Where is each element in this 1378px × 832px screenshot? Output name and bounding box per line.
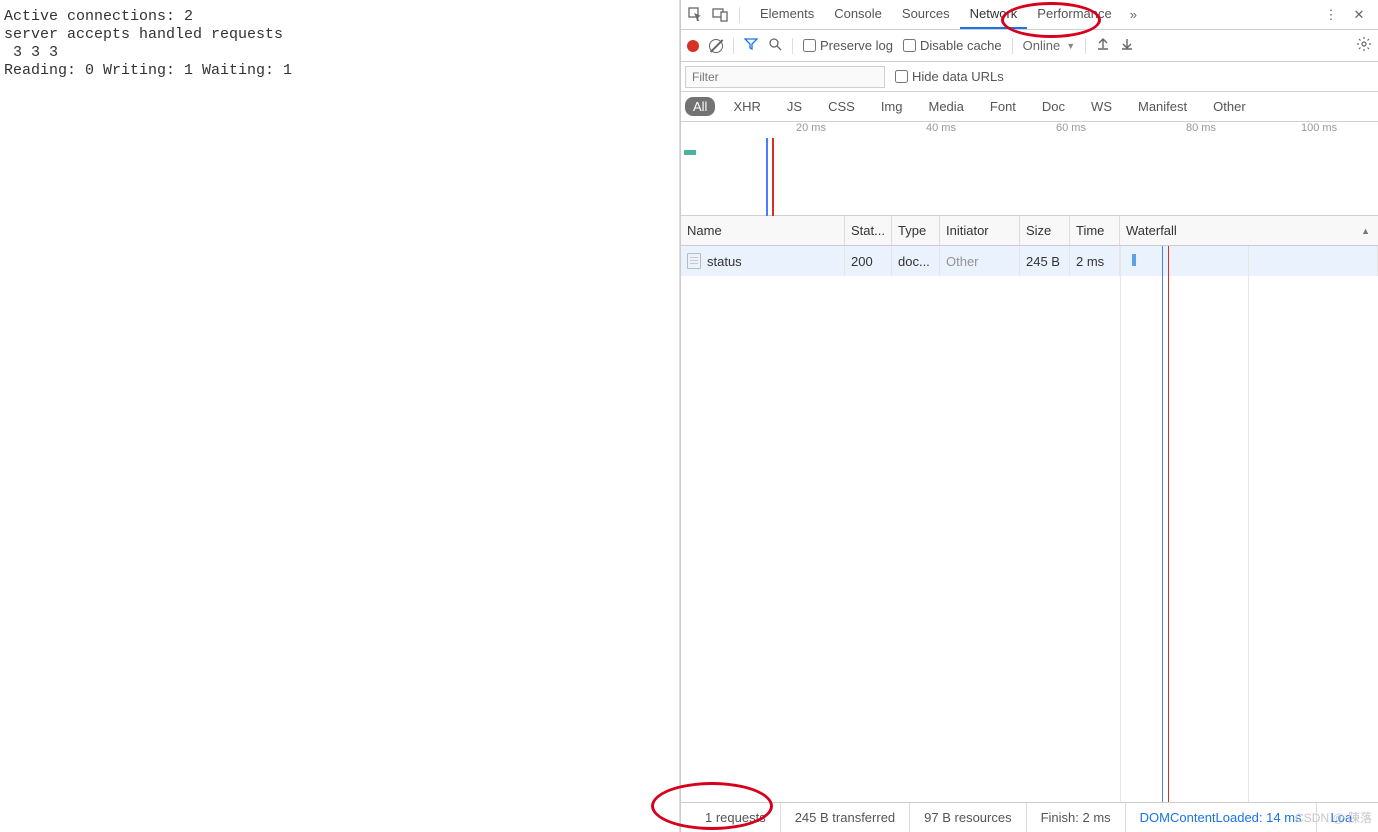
- preserve-log-label: Preserve log: [820, 38, 893, 53]
- type-doc[interactable]: Doc: [1034, 97, 1073, 116]
- col-size[interactable]: Size: [1020, 216, 1070, 245]
- type-ws[interactable]: WS: [1083, 97, 1120, 116]
- tick-80ms: 80 ms: [1186, 122, 1216, 134]
- clear-button[interactable]: [709, 39, 723, 53]
- type-js[interactable]: JS: [779, 97, 810, 116]
- cell-status: 200: [845, 246, 892, 276]
- summary-load[interactable]: Loa: [1317, 803, 1353, 832]
- type-media[interactable]: Media: [920, 97, 971, 116]
- disable-cache-checkbox[interactable]: Disable cache: [903, 38, 1002, 53]
- status-line-4: Reading: 0 Writing: 1 Waiting: 1: [4, 62, 292, 79]
- waterfall-grid: [1120, 246, 1378, 802]
- throttling-value: Online: [1023, 38, 1061, 53]
- hide-data-urls-label: Hide data URLs: [912, 69, 1004, 84]
- inspect-icon[interactable]: [687, 6, 705, 24]
- type-manifest[interactable]: Manifest: [1130, 97, 1195, 116]
- filter-toggle-icon[interactable]: [744, 37, 758, 54]
- col-initiator[interactable]: Initiator: [940, 216, 1020, 245]
- col-status[interactable]: Stat...: [845, 216, 892, 245]
- col-time[interactable]: Time: [1070, 216, 1120, 245]
- cell-size: 245 B: [1020, 246, 1070, 276]
- separator: [733, 38, 734, 54]
- type-css[interactable]: CSS: [820, 97, 863, 116]
- separator: [1012, 38, 1013, 54]
- device-toggle-icon[interactable]: [711, 6, 729, 24]
- download-har-icon[interactable]: [1120, 37, 1134, 54]
- preserve-log-checkbox[interactable]: Preserve log: [803, 38, 893, 53]
- devtools-panel: Elements Console Sources Network Perform…: [680, 0, 1378, 832]
- summary-requests: 1 requests: [691, 803, 781, 832]
- type-all[interactable]: All: [685, 97, 715, 116]
- timeline-overview[interactable]: 20 ms 40 ms 60 ms 80 ms 100 ms: [681, 122, 1378, 216]
- summary-transferred: 245 B transferred: [781, 803, 910, 832]
- document-icon: [687, 253, 701, 269]
- tab-console[interactable]: Console: [824, 0, 892, 29]
- network-summary: 1 requests 245 B transferred 97 B resour…: [681, 802, 1378, 832]
- status-line-2: server accepts handled requests: [4, 26, 283, 43]
- cell-time: 2 ms: [1070, 246, 1120, 276]
- tick-20ms: 20 ms: [796, 122, 826, 134]
- sort-indicator-icon: ▲: [1361, 226, 1370, 236]
- devtools-tabbar: Elements Console Sources Network Perform…: [681, 0, 1378, 30]
- summary-domcontentloaded[interactable]: DOMContentLoaded: 14 ms: [1126, 803, 1317, 832]
- network-toolbar: Preserve log Disable cache Online ▼: [681, 30, 1378, 62]
- type-img[interactable]: Img: [873, 97, 911, 116]
- page-content: Active connections: 2 server accepts han…: [0, 0, 680, 832]
- network-table-body: status 200 doc... Other 245 B 2 ms: [681, 246, 1378, 802]
- cell-initiator: Other: [940, 246, 1020, 276]
- col-type[interactable]: Type: [892, 216, 940, 245]
- summary-resources: 97 B resources: [910, 803, 1026, 832]
- network-table-header: Name Stat... Type Initiator Size Time Wa…: [681, 216, 1378, 246]
- search-icon[interactable]: [768, 37, 782, 54]
- separator: [792, 38, 793, 54]
- cell-name: status: [681, 246, 845, 276]
- type-other[interactable]: Other: [1205, 97, 1254, 116]
- tab-performance[interactable]: Performance: [1027, 0, 1121, 29]
- col-name[interactable]: Name: [681, 216, 845, 245]
- throttling-select[interactable]: Online ▼: [1023, 38, 1076, 53]
- hide-data-urls-checkbox[interactable]: Hide data URLs: [895, 69, 1004, 84]
- upload-har-icon[interactable]: [1096, 37, 1110, 54]
- chevron-down-icon: ▼: [1066, 41, 1075, 51]
- status-line-1: Active connections: 2: [4, 8, 193, 25]
- close-devtools-icon[interactable]: ✕: [1350, 6, 1368, 24]
- filter-row: Hide data URLs: [681, 62, 1378, 92]
- type-font[interactable]: Font: [982, 97, 1024, 116]
- tick-60ms: 60 ms: [1056, 122, 1086, 134]
- tab-sources[interactable]: Sources: [892, 0, 960, 29]
- kebab-menu-icon[interactable]: ⋮: [1322, 6, 1340, 24]
- separator: [1085, 38, 1086, 54]
- tab-network[interactable]: Network: [960, 0, 1028, 29]
- cell-type: doc...: [892, 246, 940, 276]
- disable-cache-label: Disable cache: [920, 38, 1002, 53]
- col-waterfall[interactable]: Waterfall▲: [1120, 216, 1378, 245]
- status-line-3: 3 3 3: [4, 44, 58, 61]
- request-type-filters: All XHR JS CSS Img Media Font Doc WS Man…: [681, 92, 1378, 122]
- settings-gear-icon[interactable]: [1356, 36, 1372, 55]
- tick-100ms: 100 ms: [1301, 122, 1337, 134]
- tabs: Elements Console Sources Network Perform…: [750, 0, 1145, 29]
- filter-input[interactable]: [685, 66, 885, 88]
- more-tabs-icon[interactable]: »: [1122, 7, 1145, 22]
- type-xhr[interactable]: XHR: [725, 97, 768, 116]
- tick-40ms: 40 ms: [926, 122, 956, 134]
- tab-elements[interactable]: Elements: [750, 0, 824, 29]
- separator: [739, 7, 740, 23]
- summary-finish: Finish: 2 ms: [1027, 803, 1126, 832]
- record-button[interactable]: [687, 40, 699, 52]
